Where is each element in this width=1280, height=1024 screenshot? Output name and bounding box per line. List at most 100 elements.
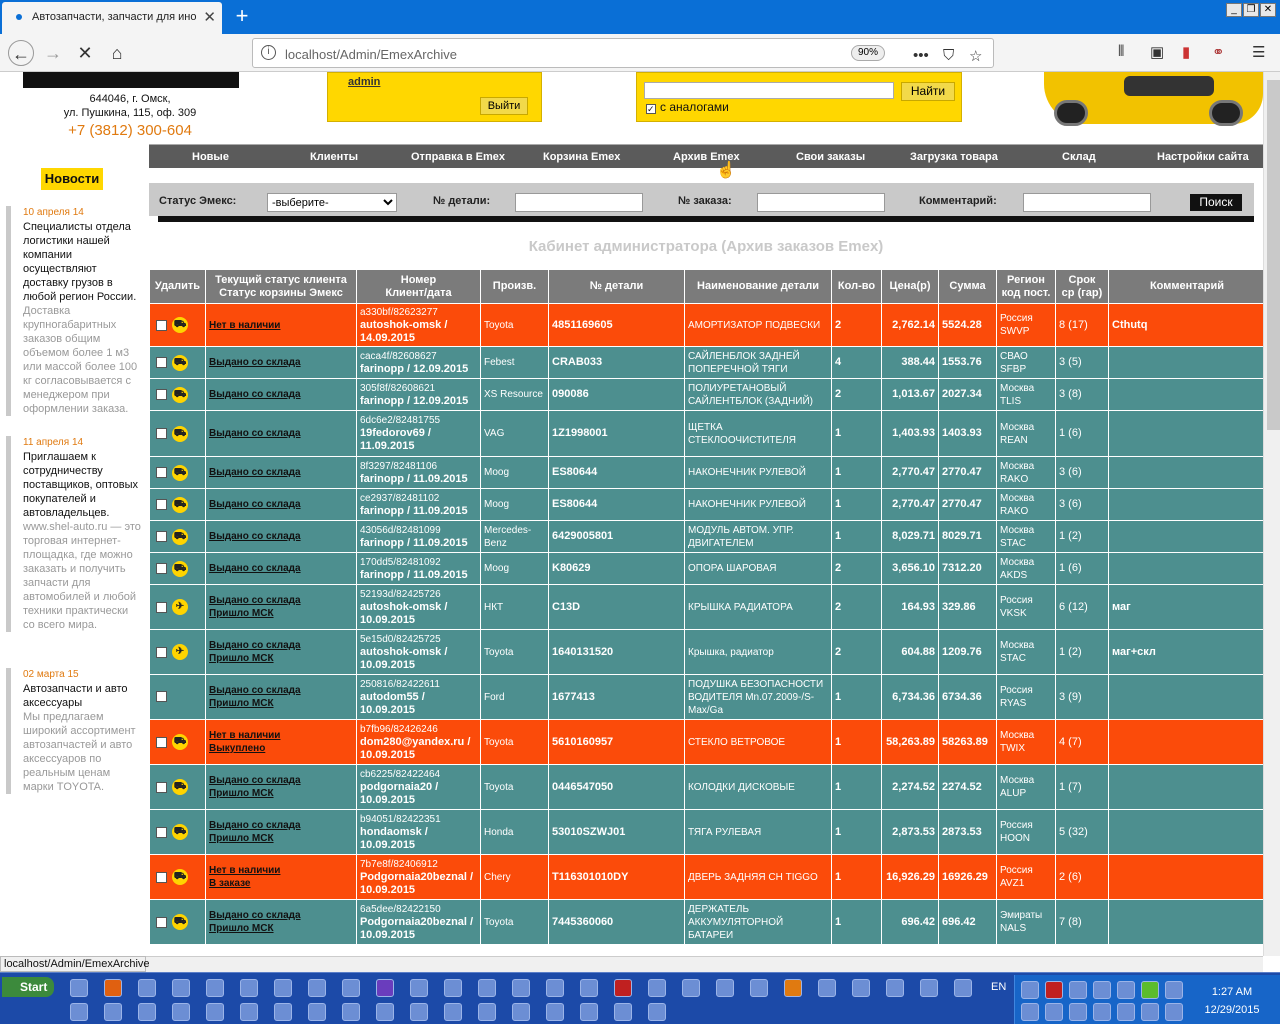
system-clock[interactable]: 1:27 AM 12/29/2015 [1190, 983, 1274, 1019]
client-status-link[interactable]: Выдано со склада [209, 356, 353, 369]
menu-item-warehouse[interactable]: Склад [1062, 151, 1096, 163]
client-status-link[interactable]: Выдано со склада [209, 639, 353, 652]
analogs-checkbox[interactable]: ✓ с аналогами [646, 100, 729, 114]
back-button[interactable]: ← [8, 40, 34, 66]
bookmark-star-icon[interactable]: ☆ [969, 47, 982, 65]
client-status-link[interactable]: Нет в наличии [209, 864, 353, 877]
search-button[interactable]: Поиск [1190, 194, 1242, 211]
delete-checkbox[interactable] [156, 499, 167, 510]
forward-button[interactable]: → [40, 40, 66, 66]
cart-status-link[interactable]: Пришло МСК [209, 697, 353, 710]
taskbar-app-icon[interactable] [70, 1003, 88, 1021]
vlc-icon[interactable] [784, 979, 802, 997]
taskbar-app-icon[interactable] [512, 1003, 530, 1021]
menu-item-own-orders[interactable]: Свои заказы [796, 151, 865, 163]
vertical-scrollbar[interactable] [1263, 72, 1280, 956]
taskbar-app-icon[interactable] [750, 979, 768, 997]
cart-status-link[interactable]: Пришло МСК [209, 787, 353, 800]
tray-icon[interactable] [1117, 981, 1135, 999]
horizontal-scrollbar[interactable] [0, 956, 1263, 972]
taskbar-app-icon[interactable] [274, 979, 292, 997]
delete-checkbox[interactable] [156, 428, 167, 439]
client-status-link[interactable]: Выдано со склада [209, 819, 353, 832]
taskbar-app-icon[interactable] [852, 979, 870, 997]
taskbar-app-icon[interactable] [172, 1003, 190, 1021]
client-status-link[interactable]: Выдано со склада [209, 909, 353, 922]
pocket-icon[interactable]: ⛉ [943, 47, 954, 64]
taskbar-app-icon[interactable] [478, 1003, 496, 1021]
close-tab-icon[interactable]: ✕ [203, 8, 216, 26]
minimize-button[interactable]: _ [1226, 3, 1242, 17]
taskbar-app-icon[interactable] [512, 979, 530, 997]
delete-checkbox[interactable] [156, 826, 167, 838]
delete-checkbox[interactable] [156, 601, 167, 613]
news-title[interactable]: Специалисты отдела логистики нашей компа… [23, 220, 142, 304]
tray-icon[interactable] [1021, 981, 1039, 999]
checkbox-checked-icon[interactable]: ✓ [646, 104, 656, 114]
admin-link[interactable]: admin [348, 76, 380, 88]
taskbar-app-icon[interactable] [886, 979, 904, 997]
delete-checkbox[interactable] [156, 357, 167, 368]
tray-icon[interactable] [1069, 981, 1087, 999]
status-filter-select[interactable]: -выберите- [267, 193, 397, 212]
comment-filter-input[interactable] [1023, 193, 1151, 212]
taskbar-app-icon[interactable] [342, 979, 360, 997]
menu-item-new[interactable]: Новые [192, 151, 229, 163]
taskbar-app-icon[interactable] [682, 979, 700, 997]
news-title[interactable]: Автозапчасти и авто аксессуары [23, 682, 142, 710]
taskbar-app-icon[interactable] [478, 979, 496, 997]
taskbar-app-icon[interactable] [410, 1003, 428, 1021]
taskbar-app-icon[interactable] [614, 1003, 632, 1021]
maximize-button[interactable]: ❐ [1243, 3, 1259, 17]
extension-icon[interactable]: ▮ [1182, 43, 1190, 61]
tray-icon[interactable] [1141, 981, 1159, 999]
detail-filter-input[interactable] [515, 193, 643, 212]
taskbar-app-icon[interactable] [138, 979, 156, 997]
delete-checkbox[interactable] [156, 916, 167, 928]
firefox-icon[interactable] [104, 979, 122, 997]
client-status-link[interactable]: Выдано со склада [209, 498, 353, 511]
tray-icon[interactable] [1117, 1003, 1135, 1021]
taskbar-app-icon[interactable] [580, 979, 598, 997]
delete-checkbox[interactable] [156, 563, 167, 574]
tray-icon[interactable] [1069, 1003, 1087, 1021]
client-status-link[interactable]: Выдано со склада [209, 466, 353, 479]
delete-checkbox[interactable] [156, 531, 167, 542]
taskbar-app-icon[interactable] [954, 979, 972, 997]
taskbar-app-icon[interactable] [138, 1003, 156, 1021]
find-button[interactable]: Найти [901, 82, 955, 101]
menu-item-site-settings[interactable]: Настройки сайта [1157, 151, 1249, 163]
taskbar-app-icon[interactable] [206, 1003, 224, 1021]
client-status-link[interactable]: Нет в наличии [209, 729, 353, 742]
taskbar-app-icon[interactable] [444, 979, 462, 997]
taskbar-app-icon[interactable] [818, 979, 836, 997]
taskbar-app-icon[interactable] [580, 1003, 598, 1021]
menu-item-clients[interactable]: Клиенты [310, 151, 358, 163]
stop-loading-button[interactable]: ✕ [72, 40, 98, 66]
page-actions-icon[interactable]: ••• [913, 47, 929, 64]
client-status-link[interactable]: Выдано со склада [209, 562, 353, 575]
taskbar-app-icon[interactable] [240, 979, 258, 997]
delete-checkbox[interactable] [156, 691, 167, 703]
taskbar-app-icon[interactable] [240, 1003, 258, 1021]
sidebar-icon[interactable]: ▣ [1150, 43, 1164, 61]
cart-status-link[interactable]: Пришло МСК [209, 652, 353, 665]
client-status-link[interactable]: Выдано со склада [209, 530, 353, 543]
site-search-input[interactable] [644, 82, 894, 99]
taskbar-app-icon[interactable] [648, 1003, 666, 1021]
client-status-link[interactable]: Выдано со склада [209, 388, 353, 401]
taskbar-app-icon[interactable] [342, 1003, 360, 1021]
delete-checkbox[interactable] [156, 467, 167, 478]
taskbar-app-icon[interactable] [546, 979, 564, 997]
delete-checkbox[interactable] [156, 871, 167, 883]
taskbar-app-icon[interactable] [206, 979, 224, 997]
taskbar-app-icon[interactable] [308, 1003, 326, 1021]
tray-icon[interactable] [1165, 981, 1183, 999]
start-button[interactable]: Start [2, 977, 54, 997]
browser-tab[interactable]: Автозапчасти, запчасти для ино ✕ [2, 2, 222, 34]
language-indicator[interactable]: EN [991, 981, 1006, 993]
menu-item-upload-goods[interactable]: Загрузка товара [910, 151, 998, 163]
window-close-button[interactable]: ✕ [1260, 3, 1276, 17]
taskbar-app-icon[interactable] [716, 979, 734, 997]
client-status-link[interactable]: Выдано со склада [209, 427, 353, 440]
